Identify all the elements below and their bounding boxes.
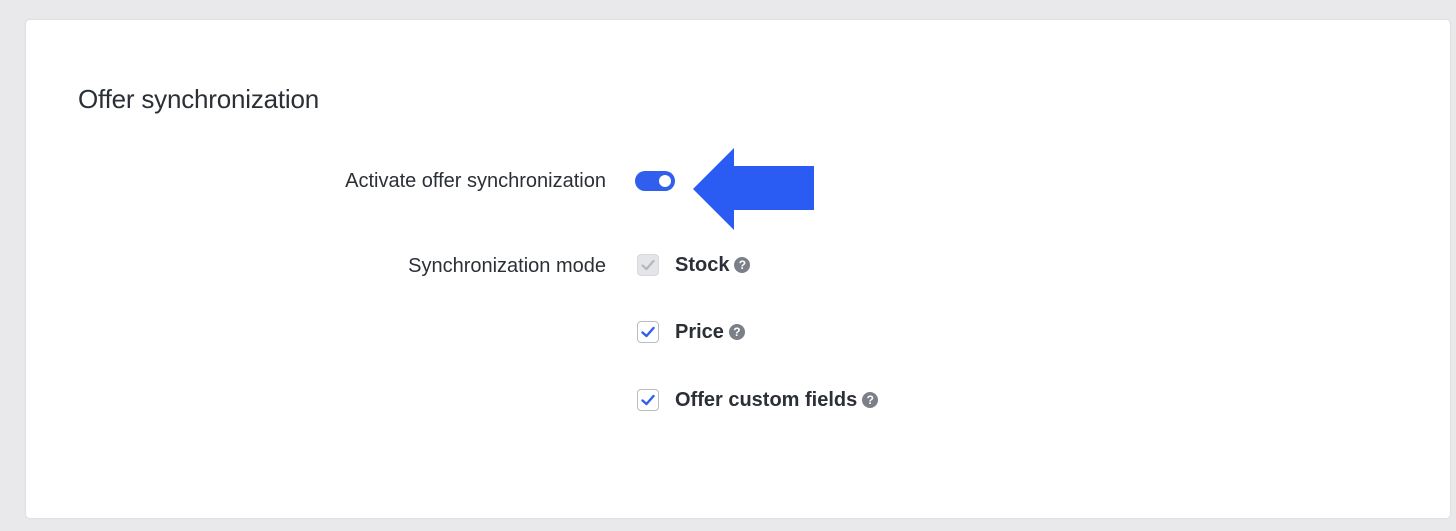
help-icon[interactable]: ? — [734, 257, 751, 273]
help-icon[interactable]: ? — [862, 392, 879, 408]
sync-mode-price-option[interactable]: Price ? — [637, 319, 745, 345]
check-icon — [641, 326, 655, 338]
stock-label: Stock — [675, 253, 730, 276]
toggle-knob — [659, 175, 671, 187]
check-icon — [641, 394, 655, 406]
section-title: Offer synchronization — [78, 84, 319, 114]
page: Offer synchronization Activate offer syn… — [0, 0, 1456, 531]
activate-sync-label: Activate offer synchronization — [345, 170, 606, 192]
price-label: Price — [675, 320, 724, 343]
stock-checkbox[interactable] — [637, 254, 659, 276]
sync-mode-custom-fields-option[interactable]: Offer custom fields ? — [637, 387, 879, 413]
custom-fields-label: Offer custom fields — [675, 388, 858, 411]
pointer-arrow-icon — [693, 148, 814, 230]
check-icon — [641, 259, 655, 271]
help-icon[interactable]: ? — [728, 324, 745, 340]
settings-card: Offer synchronization Activate offer syn… — [26, 20, 1450, 518]
price-checkbox[interactable] — [637, 321, 659, 343]
sync-mode-stock-option[interactable]: Stock ? — [637, 252, 751, 278]
sync-mode-label: Synchronization mode — [408, 255, 606, 277]
activate-sync-toggle[interactable] — [635, 171, 675, 191]
custom-fields-checkbox[interactable] — [637, 389, 659, 411]
